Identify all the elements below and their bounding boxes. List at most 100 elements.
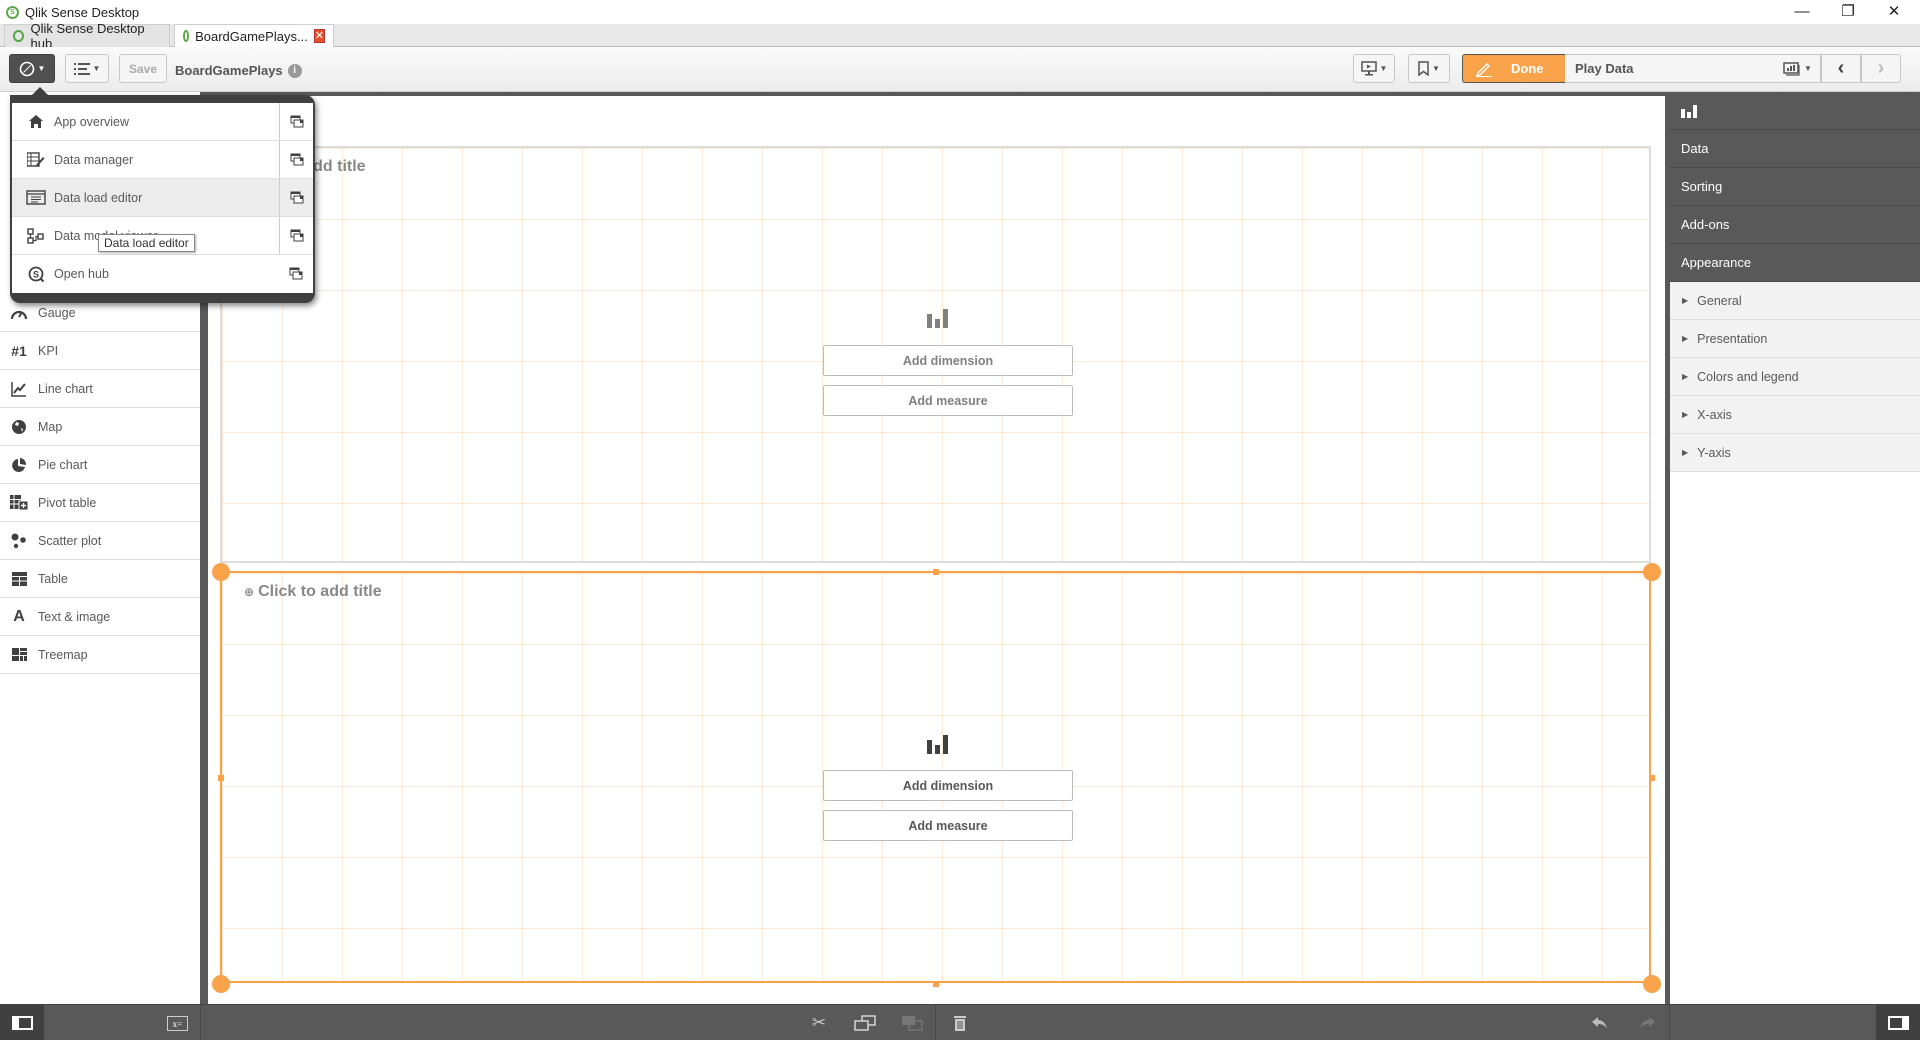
chevron-down-icon: ▼ xyxy=(1379,64,1388,73)
toggle-left-panel-button[interactable] xyxy=(0,1005,44,1040)
bookmarks-button[interactable]: ▼ xyxy=(1408,54,1450,83)
redo-button[interactable] xyxy=(1637,1011,1657,1035)
delete-button[interactable] xyxy=(952,1011,968,1035)
appearance-presentation[interactable]: ▶ Presentation xyxy=(1670,320,1920,358)
chart-type-pie-chart[interactable]: Pie chart xyxy=(0,446,200,484)
kpi-icon: #1 xyxy=(11,342,27,359)
chart-type-scatter-plot[interactable]: Scatter plot xyxy=(0,522,200,560)
chart-type-map[interactable]: Map xyxy=(0,408,200,446)
chart-type-pivot-table[interactable]: Pivot table xyxy=(0,484,200,522)
chart-type-label: Pie chart xyxy=(38,457,88,472)
menu-item-open-hub[interactable]: S Open hub xyxy=(12,255,313,293)
close-tab-icon[interactable]: ✕ xyxy=(313,29,325,43)
treemap-icon xyxy=(10,646,28,664)
tooltip: Data load editor xyxy=(98,234,195,252)
save-button[interactable]: Save xyxy=(119,54,167,83)
properties-header xyxy=(1670,92,1920,130)
resize-handle-top-right[interactable] xyxy=(1643,563,1661,581)
map-icon xyxy=(10,418,28,436)
info-icon[interactable]: i xyxy=(287,63,302,78)
add-measure-button[interactable]: Add measure xyxy=(823,385,1073,416)
chart-type-text-image[interactable]: A Text & image xyxy=(0,598,200,636)
chart-type-label: KPI xyxy=(38,343,59,358)
add-dimension-button[interactable]: Add dimension xyxy=(823,770,1073,801)
add-dimension-button[interactable]: Add dimension xyxy=(823,345,1073,376)
bar-chart-placeholder-selected[interactable]: ⊕ Click to add title Add dimension Add me… xyxy=(220,571,1651,983)
undo-icon xyxy=(1592,1017,1607,1029)
qlik-app-icon: S xyxy=(6,5,19,19)
menu-item-app-overview[interactable]: App overview xyxy=(12,103,313,141)
app-toolbar: ▼ ▼ Save BoardGamePlays i ▼ ▼ Done Play … xyxy=(0,47,1920,92)
sheet-name-text: Play Data xyxy=(1575,61,1634,76)
minimize-button[interactable]: — xyxy=(1780,0,1824,22)
resize-handle-bottom[interactable] xyxy=(933,981,939,987)
appearance-general[interactable]: ▶ General xyxy=(1670,282,1920,320)
undo-button[interactable] xyxy=(1590,1011,1610,1035)
section-data[interactable]: Data xyxy=(1670,130,1920,168)
resize-handle-top[interactable] xyxy=(933,569,939,575)
bar-chart-icon xyxy=(927,308,951,328)
sheets-menu-button[interactable]: ▼ xyxy=(65,54,109,83)
resize-handle-bottom-right[interactable] xyxy=(1643,975,1661,993)
close-window-button[interactable]: ✕ xyxy=(1872,0,1916,22)
item-label: Y-axis xyxy=(1697,445,1731,460)
chart-type-label: Treemap xyxy=(38,647,88,662)
resize-handle-left[interactable] xyxy=(218,775,224,781)
chart-type-kpi[interactable]: #1 KPI xyxy=(0,332,200,370)
tab-hub[interactable]: Qlik Sense Desktop hub xyxy=(4,21,170,51)
bar-chart-icon xyxy=(1681,104,1697,118)
chevron-down-icon: ▼ xyxy=(92,64,101,73)
window-title: Qlik Sense Desktop xyxy=(25,4,140,20)
section-add-ons[interactable]: Add-ons xyxy=(1670,206,1920,244)
bottom-toolbar: x= ✂ xyxy=(0,1004,1920,1040)
add-measure-button[interactable]: Add measure xyxy=(823,810,1073,841)
menu-item-data-load-editor[interactable]: Data load editor xyxy=(12,179,313,217)
previous-sheet-button[interactable]: ‹ xyxy=(1821,54,1861,83)
open-new-window-icon[interactable] xyxy=(279,179,313,216)
chart-type-table[interactable]: Table xyxy=(0,560,200,598)
restore-button[interactable]: ❐ xyxy=(1826,0,1870,22)
window-titlebar: S Qlik Sense Desktop — ❐ ✕ xyxy=(0,0,1920,24)
resize-handle-bottom-left[interactable] xyxy=(212,975,230,993)
toggle-right-panel-button[interactable] xyxy=(1876,1005,1920,1040)
item-label: Presentation xyxy=(1697,331,1768,346)
drag-handle-icon: ⊕ xyxy=(244,585,255,599)
resize-handle-top-left[interactable] xyxy=(212,563,230,581)
section-appearance[interactable]: Appearance xyxy=(1670,244,1920,282)
appearance-x-axis[interactable]: ▶ X-axis xyxy=(1670,396,1920,434)
chart-type-label: Line chart xyxy=(38,381,93,396)
chart-title[interactable]: ⊕ Click to add title xyxy=(244,583,382,601)
section-sorting[interactable]: Sorting xyxy=(1670,168,1920,206)
expand-triangle-icon: ▶ xyxy=(1682,334,1689,343)
copy-button[interactable] xyxy=(853,1011,877,1035)
sheet-view-button[interactable]: ▼ xyxy=(1775,54,1821,83)
paste-button[interactable] xyxy=(900,1011,924,1035)
appearance-colors-legend[interactable]: ▶ Colors and legend xyxy=(1670,358,1920,396)
cut-icon: ✂ xyxy=(811,1013,827,1032)
chart-type-line-chart[interactable]: Line chart xyxy=(0,370,200,408)
open-new-window-icon[interactable] xyxy=(279,103,313,140)
tab-label: BoardGamePlays... xyxy=(195,28,308,44)
resize-handle-right[interactable] xyxy=(1649,775,1655,781)
present-mode-button[interactable]: ▼ xyxy=(1353,54,1395,83)
divider xyxy=(200,1005,201,1040)
home-icon xyxy=(26,114,46,129)
open-new-window-icon[interactable] xyxy=(279,217,313,254)
chart-type-treemap[interactable]: Treemap xyxy=(0,636,200,674)
data-manager-icon xyxy=(26,152,46,167)
open-new-window-icon[interactable] xyxy=(279,255,313,292)
variables-button[interactable]: x= xyxy=(166,1011,188,1035)
navigation-menu-button[interactable]: ▼ xyxy=(9,54,55,83)
cut-button[interactable]: ✂ xyxy=(809,1011,829,1035)
tab-app[interactable]: BoardGamePlays... ✕ xyxy=(174,24,334,47)
open-new-window-icon[interactable] xyxy=(279,141,313,178)
chevron-down-icon: ▼ xyxy=(37,64,46,73)
bar-chart-placeholder[interactable]: Click to add title Add dimension Add mea… xyxy=(220,146,1651,563)
bar-chart-icon xyxy=(927,734,951,754)
minimize-icon: — xyxy=(1794,2,1810,20)
compass-icon xyxy=(19,61,34,76)
next-sheet-button[interactable]: › xyxy=(1861,54,1901,83)
appearance-y-axis[interactable]: ▶ Y-axis xyxy=(1670,434,1920,472)
menu-item-data-manager[interactable]: Data manager xyxy=(12,141,313,179)
done-editing-button[interactable]: Done xyxy=(1462,54,1565,83)
